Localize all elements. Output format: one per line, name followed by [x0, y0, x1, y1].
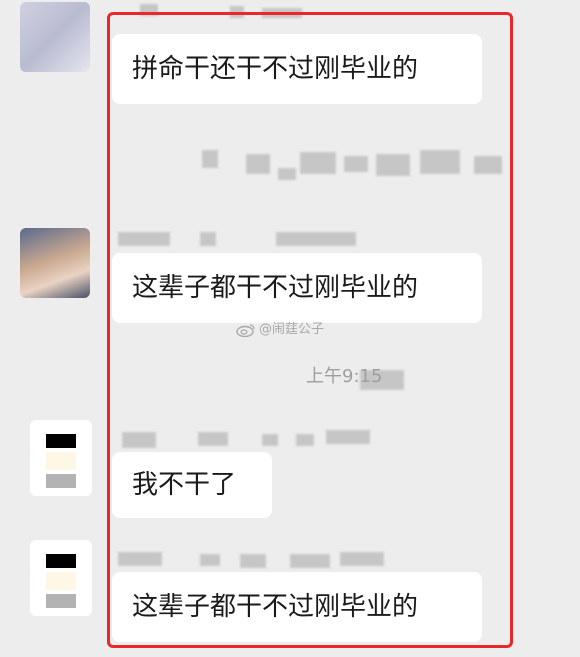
watermark: @闹莛公子	[236, 318, 324, 337]
message-text: 我不干了	[132, 470, 237, 500]
blurred-system-text	[344, 156, 368, 172]
blurred-system-text	[246, 154, 270, 174]
avatar-pixel	[46, 434, 76, 448]
blurred-sender-name	[326, 430, 370, 444]
avatar[interactable]	[30, 540, 92, 616]
blurred-sender-name	[290, 554, 330, 568]
blurred-system-text	[474, 156, 502, 174]
message-timestamp: 上午9:15	[306, 366, 383, 387]
avatar-pixel	[46, 554, 76, 568]
blurred-sender-name	[140, 4, 158, 16]
avatar-pixel	[46, 572, 76, 590]
message-bubble[interactable]: 拼命干还干不过刚毕业的	[112, 34, 482, 104]
message-text: 拼命干还干不过刚毕业的	[132, 54, 419, 84]
blurred-sender-name	[240, 554, 266, 568]
avatar[interactable]	[30, 420, 92, 496]
avatar-pixel	[46, 474, 76, 488]
avatar-pixel	[46, 452, 76, 470]
blurred-sender-name	[200, 554, 220, 566]
message-bubble[interactable]: 我不干了	[112, 452, 272, 518]
avatar[interactable]	[20, 2, 90, 72]
message-bubble[interactable]: 这辈子都干不过刚毕业的	[112, 253, 482, 323]
blurred-system-text	[376, 154, 410, 176]
blurred-system-text	[420, 150, 460, 174]
blurred-sender-name	[276, 232, 356, 246]
blurred-sender-name	[118, 552, 162, 566]
blurred-sender-name	[340, 552, 384, 566]
message-text: 这辈子都干不过刚毕业的	[132, 273, 419, 303]
message-bubble[interactable]: 这辈子都干不过刚毕业的	[112, 572, 482, 642]
weibo-logo-icon	[236, 323, 255, 337]
blurred-system-text	[300, 152, 336, 174]
avatar-pixel	[46, 594, 76, 608]
watermark-text: @闹莛公子	[259, 322, 325, 337]
blurred-sender-name	[198, 432, 228, 446]
blurred-sender-name	[200, 232, 216, 246]
blurred-sender-name	[122, 432, 156, 448]
message-text: 这辈子都干不过刚毕业的	[132, 592, 419, 622]
blurred-sender-name	[296, 434, 314, 446]
blurred-system-text	[202, 150, 218, 168]
blurred-sender-name	[262, 8, 302, 18]
blurred-sender-name	[230, 6, 244, 18]
blurred-sender-name	[262, 434, 278, 446]
avatar[interactable]	[20, 228, 90, 298]
blurred-system-text	[278, 168, 296, 180]
blurred-sender-name	[118, 232, 170, 246]
